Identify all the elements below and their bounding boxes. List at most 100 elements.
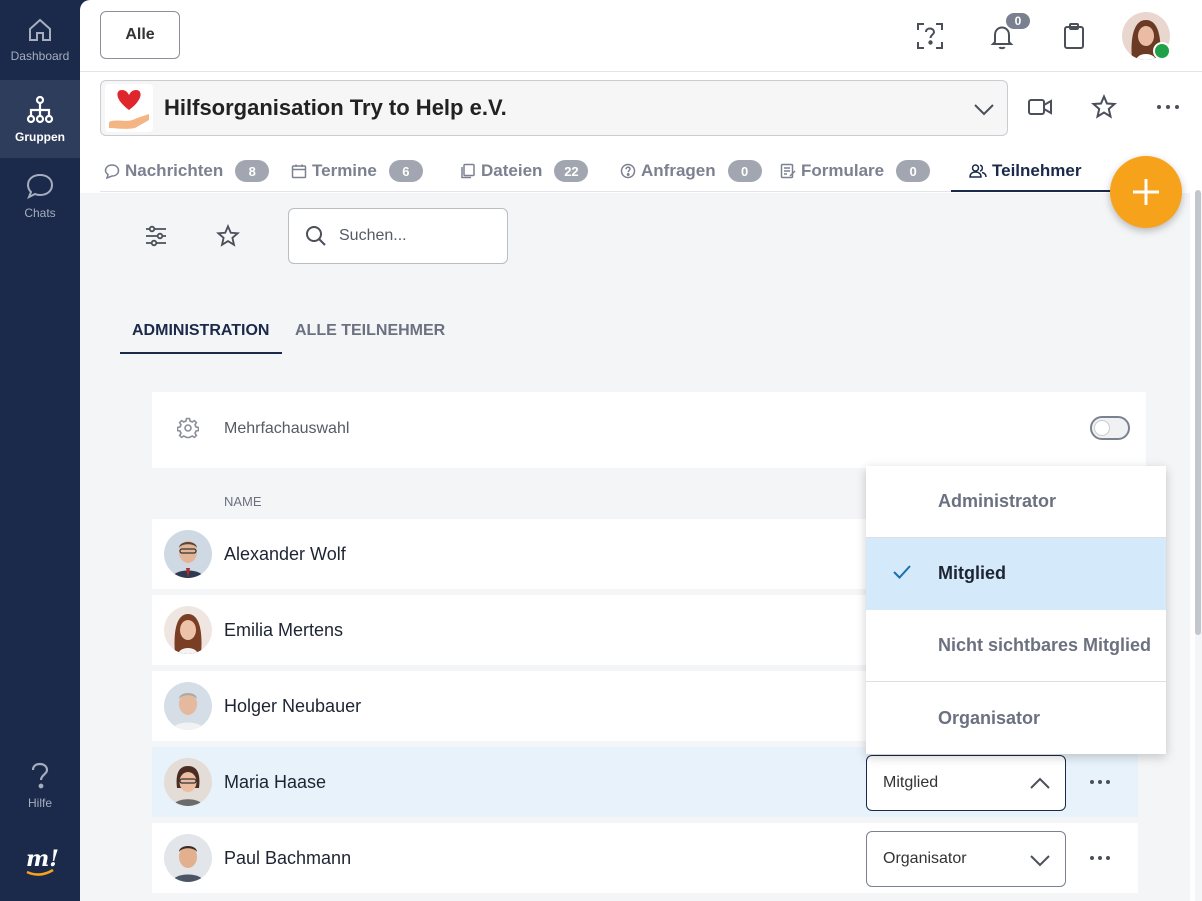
role-select[interactable]: Mitglied — [866, 755, 1066, 811]
favorites-filter-button[interactable] — [208, 216, 248, 256]
participants-icon — [969, 164, 987, 178]
chevron-up-icon — [1030, 777, 1050, 789]
tab-formulare[interactable]: Formulare 0 — [780, 150, 931, 192]
filter-alle-button[interactable]: Alle — [100, 11, 180, 59]
role-option-organisator[interactable]: Organisator — [866, 682, 1166, 754]
role-option-nicht-sichtbares-mitglied[interactable]: Nicht sichtbares Mitglied — [866, 610, 1166, 682]
form-icon — [780, 163, 796, 179]
question-bubble-icon — [620, 163, 636, 179]
avatar — [164, 758, 212, 806]
more-horizontal-icon — [1090, 780, 1110, 784]
files-icon — [461, 163, 475, 179]
sidebar-item-label: Chats — [24, 205, 56, 220]
svg-text:m!: m! — [26, 846, 59, 872]
group-hierarchy-icon — [26, 95, 54, 123]
multiselect-toggle[interactable] — [1090, 416, 1130, 440]
table-row[interactable]: Paul Bachmann Organisator — [152, 823, 1138, 893]
tab-nachrichten[interactable]: Nachrichten 8 — [104, 150, 270, 192]
tab-count-badge: 6 — [388, 160, 423, 182]
participant-name: Maria Haase — [224, 772, 327, 792]
video-call-button[interactable] — [1020, 87, 1060, 127]
participant-name: Emilia Mertens — [224, 620, 344, 640]
column-header-name: NAME — [224, 494, 262, 509]
search-field[interactable] — [288, 208, 508, 264]
clipboard-icon — [1064, 23, 1084, 49]
participant-name: Paul Bachmann — [224, 848, 352, 868]
tab-count-badge: 8 — [235, 160, 270, 182]
app-logo[interactable]: m! — [0, 838, 80, 882]
group-more-button[interactable] — [1148, 87, 1188, 127]
gear-icon — [177, 417, 199, 439]
subtab-administration[interactable]: ADMINISTRATION — [132, 322, 269, 340]
chevron-down-icon — [1030, 855, 1050, 867]
search-icon — [306, 226, 326, 246]
search-input[interactable] — [339, 227, 489, 245]
chat-bubble-icon — [26, 173, 54, 199]
option-label: Organisator — [938, 707, 1041, 728]
add-button[interactable] — [1110, 156, 1182, 228]
option-label: Administrator — [938, 491, 1057, 511]
sidebar-item-label: Hilfe — [27, 795, 52, 810]
video-camera-icon — [1028, 99, 1052, 115]
active-subtab-indicator — [120, 352, 282, 354]
participant-name: Holger Neubauer — [224, 696, 362, 716]
favorite-group-button[interactable] — [1084, 87, 1124, 127]
scrollbar-thumb[interactable] — [1195, 190, 1201, 635]
notification-count-badge: 0 — [1004, 11, 1032, 31]
tasks-button[interactable] — [1054, 16, 1094, 56]
group-selector[interactable]: Hilfsorganisation Try to Help e.V. — [100, 80, 1008, 136]
avatar — [164, 530, 212, 578]
sidebar-item-hilfe[interactable]: Hilfe — [0, 746, 80, 824]
sidebar-item-label: Dashboard — [10, 48, 70, 63]
active-tab-indicator — [951, 190, 1111, 192]
table-row[interactable]: Maria Haase Mitglied — [152, 747, 1138, 817]
chevron-down-icon — [974, 104, 994, 116]
main-panel: Alle 0 Hilfsorganisation Try to Help e.V… — [80, 0, 1202, 901]
option-label: Nicht sichtbares Mitglied — [938, 635, 1152, 655]
sidebar-item-chats[interactable]: Chats — [0, 156, 80, 234]
avatar — [164, 834, 212, 882]
role-select[interactable]: Organisator — [866, 831, 1066, 887]
role-select-value: Organisator — [883, 850, 967, 867]
plus-icon — [1133, 179, 1159, 205]
role-dropdown-menu: Administrator Mitglied Nicht sichtbares … — [866, 466, 1166, 754]
participant-name: Alexander Wolf — [224, 544, 346, 564]
sidebar: Dashboard Gruppen Chats Hilfe m! — [0, 0, 80, 901]
row-more-button[interactable] — [1084, 845, 1116, 871]
role-option-administrator[interactable]: Administrator — [866, 466, 1166, 538]
more-horizontal-icon — [1157, 105, 1179, 109]
tab-label: Teilnehmer — [992, 161, 1082, 180]
tab-label: Anfragen — [641, 161, 716, 180]
role-option-mitglied[interactable]: Mitglied — [866, 538, 1166, 610]
tab-count-badge: 22 — [554, 160, 589, 182]
tab-termine[interactable]: Termine 6 — [291, 150, 423, 192]
tab-anfragen[interactable]: Anfragen 0 — [620, 150, 762, 192]
calendar-icon — [291, 164, 307, 179]
group-tabs: Nachrichten 8 Termine 6 Dateien 22 Anfra… — [100, 150, 1120, 192]
group-logo — [105, 84, 153, 132]
subtab-alle-teilnehmer[interactable]: ALLE TEILNEHMER — [295, 322, 445, 340]
tab-teilnehmer[interactable]: Teilnehmer — [969, 150, 1081, 192]
sidebar-item-gruppen[interactable]: Gruppen — [0, 80, 80, 158]
role-select-value: Mitglied — [883, 774, 939, 791]
more-horizontal-icon — [1090, 856, 1110, 860]
home-icon — [29, 18, 51, 41]
avatar — [164, 606, 212, 654]
message-icon — [104, 164, 120, 179]
tab-dateien[interactable]: Dateien 22 — [460, 150, 589, 192]
star-icon — [1091, 94, 1117, 119]
tab-count-badge: 0 — [896, 160, 931, 182]
sidebar-item-dashboard[interactable]: Dashboard — [0, 0, 80, 78]
avatar — [164, 682, 212, 730]
tab-label: Formulare — [801, 161, 885, 180]
row-more-button[interactable] — [1084, 769, 1116, 795]
toggle-knob — [1094, 420, 1110, 436]
question-mark-icon — [31, 762, 49, 788]
group-name: Hilfsorganisation Try to Help e.V. — [164, 95, 507, 120]
star-icon — [216, 224, 240, 247]
help-button[interactable] — [910, 16, 950, 56]
option-label: Mitglied — [938, 563, 1006, 583]
tab-label: Dateien — [481, 161, 543, 180]
multiselect-label: Mehrfachauswahl — [224, 420, 350, 437]
filter-settings-button[interactable] — [136, 216, 176, 256]
